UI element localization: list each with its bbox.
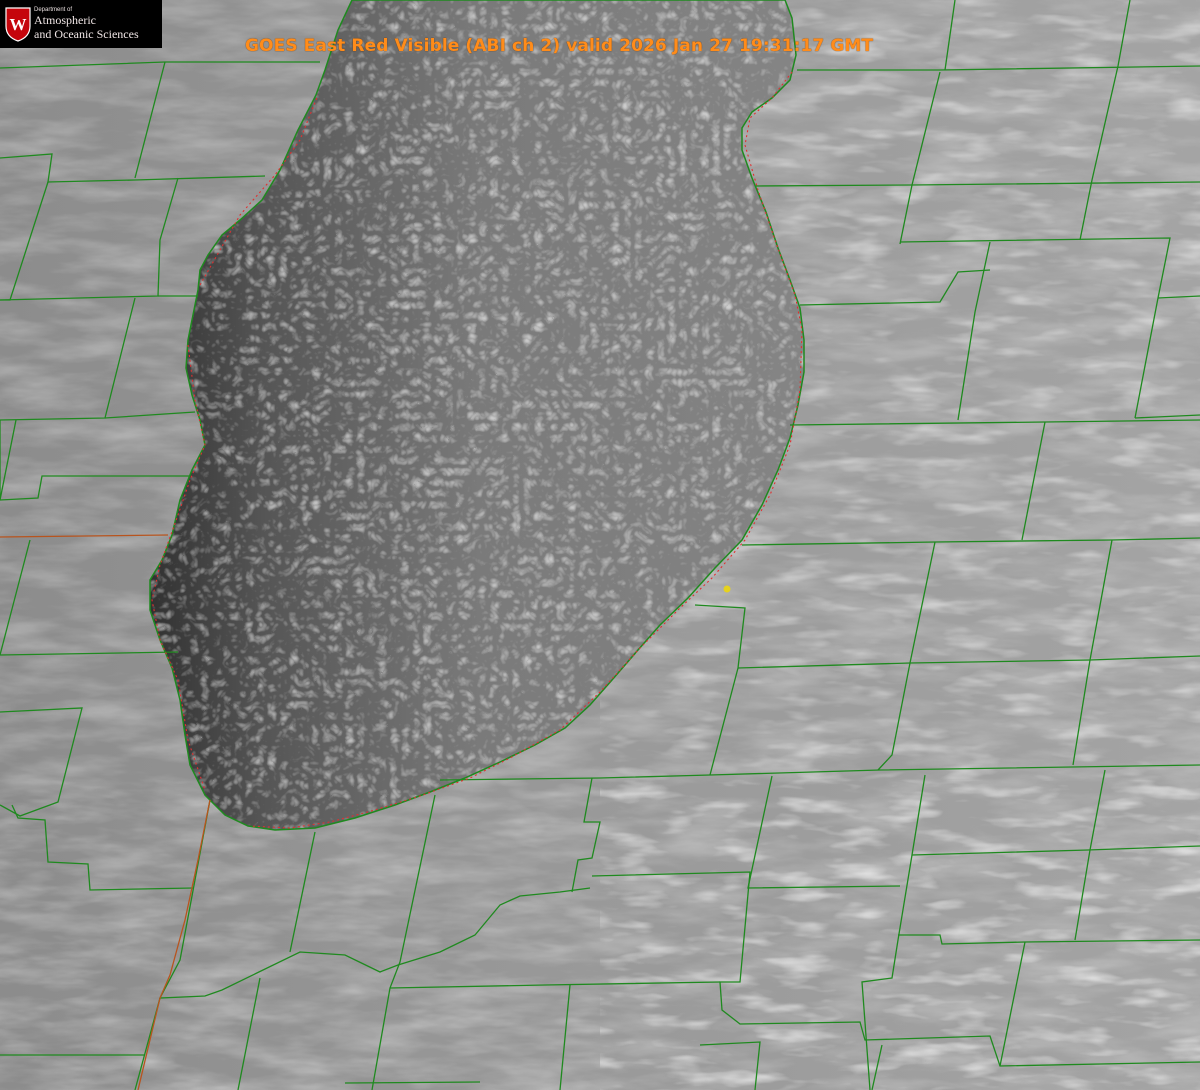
location-marker-icon: [723, 585, 731, 593]
uw-aos-logo: W Department of Atmospheric and Oceanic …: [0, 0, 162, 48]
logo-line-1: Atmospheric: [34, 13, 96, 27]
shield-letter: W: [10, 15, 27, 34]
satellite-scene: [0, 0, 1200, 1090]
logo-line-2: and Oceanic Sciences: [34, 27, 139, 41]
satellite-image: W Department of Atmospheric and Oceanic …: [0, 0, 1200, 1090]
uw-crest-icon: W: [5, 7, 31, 42]
image-title: GOES East Red Visible (ABI ch 2) valid 2…: [245, 36, 874, 56]
